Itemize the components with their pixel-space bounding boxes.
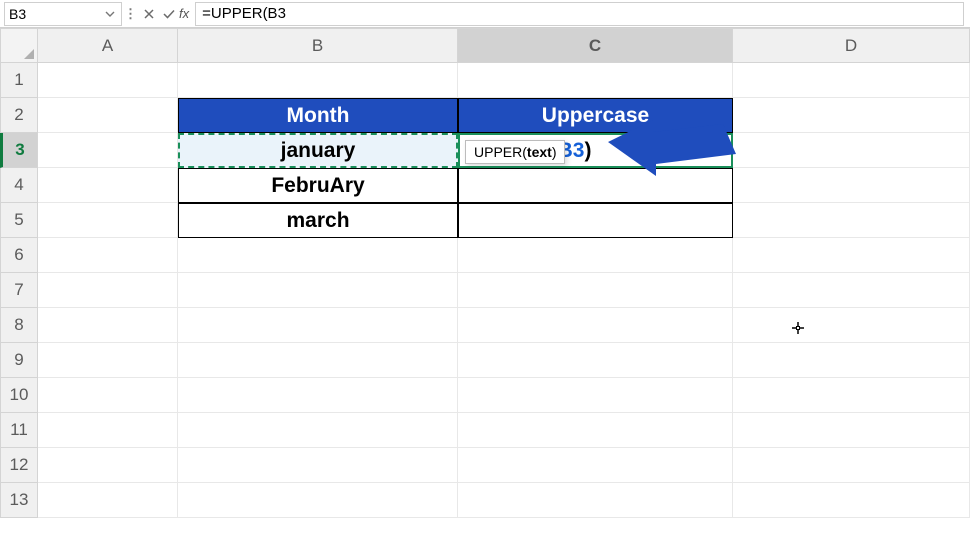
cell-D3[interactable]	[733, 133, 970, 168]
function-tooltip: UPPER(text)	[465, 140, 565, 164]
cell-C5[interactable]	[458, 203, 733, 238]
cell-A6[interactable]	[38, 238, 178, 273]
cell-B9[interactable]	[178, 343, 458, 378]
row-header-12[interactable]: 12	[0, 448, 38, 483]
name-box-value: B3	[9, 6, 103, 22]
cell-A3[interactable]	[38, 133, 178, 168]
cell-C12[interactable]	[458, 448, 733, 483]
cell-A8[interactable]	[38, 308, 178, 343]
cell-D13[interactable]	[733, 483, 970, 518]
row-header-11[interactable]: 11	[0, 413, 38, 448]
row-header-2[interactable]: 2	[0, 98, 38, 133]
col-header-A[interactable]: A	[38, 28, 178, 63]
cell-C7[interactable]	[458, 273, 733, 308]
cell-D12[interactable]	[733, 448, 970, 483]
fx-icon[interactable]: fx	[179, 6, 193, 21]
cell-B4[interactable]: FebruAry	[178, 168, 458, 203]
cell-A1[interactable]	[38, 63, 178, 98]
cell-C1[interactable]	[458, 63, 733, 98]
col-header-C[interactable]: C	[458, 28, 733, 63]
row-header-3[interactable]: 3	[0, 133, 38, 168]
cell-D9[interactable]	[733, 343, 970, 378]
row-header-8[interactable]: 8	[0, 308, 38, 343]
cell-A4[interactable]	[38, 168, 178, 203]
col-header-B[interactable]: B	[178, 28, 458, 63]
cell-B3[interactable]: january	[178, 133, 458, 168]
cell-B1[interactable]	[178, 63, 458, 98]
row-header-1[interactable]: 1	[0, 63, 38, 98]
chevron-down-icon[interactable]	[103, 7, 117, 21]
tooltip-close: )	[552, 144, 557, 160]
row-header-6[interactable]: 6	[0, 238, 38, 273]
cell-A12[interactable]	[38, 448, 178, 483]
cell-C13[interactable]	[458, 483, 733, 518]
row-header-4[interactable]: 4	[0, 168, 38, 203]
cell-D2[interactable]	[733, 98, 970, 133]
cell-D1[interactable]	[733, 63, 970, 98]
cell-D8[interactable]	[733, 308, 970, 343]
cell-C6[interactable]	[458, 238, 733, 273]
cell-B10[interactable]	[178, 378, 458, 413]
cell-cursor-icon	[790, 320, 806, 339]
tooltip-func: UPPER(	[474, 144, 527, 160]
cell-D7[interactable]	[733, 273, 970, 308]
cell-D5[interactable]	[733, 203, 970, 238]
cell-A11[interactable]	[38, 413, 178, 448]
cell-A7[interactable]	[38, 273, 178, 308]
row-header-7[interactable]: 7	[0, 273, 38, 308]
formula-input[interactable]: =UPPER(B3	[195, 2, 964, 26]
fb-dots-icon: ⋮	[122, 6, 139, 22]
row-header-9[interactable]: 9	[0, 343, 38, 378]
col-header-D[interactable]: D	[733, 28, 970, 63]
cell-B7[interactable]	[178, 273, 458, 308]
formula-bar: B3 ⋮ fx =UPPER(B3	[0, 0, 970, 28]
cell-D6[interactable]	[733, 238, 970, 273]
cell-B12[interactable]	[178, 448, 458, 483]
spreadsheet-grid[interactable]: A B C D 1 2 Month Uppercase 3 january =U…	[0, 28, 970, 518]
cell-C8[interactable]	[458, 308, 733, 343]
enter-icon[interactable]	[159, 4, 179, 24]
row-header-13[interactable]: 13	[0, 483, 38, 518]
cell-A10[interactable]	[38, 378, 178, 413]
cell-A9[interactable]	[38, 343, 178, 378]
cell-C10[interactable]	[458, 378, 733, 413]
cell-B6[interactable]	[178, 238, 458, 273]
cancel-icon[interactable]	[139, 4, 159, 24]
cell-A13[interactable]	[38, 483, 178, 518]
table-header-month[interactable]: Month	[178, 98, 458, 133]
cell-B13[interactable]	[178, 483, 458, 518]
cell-D11[interactable]	[733, 413, 970, 448]
cell-D4[interactable]	[733, 168, 970, 203]
annotation-arrow-icon	[608, 112, 738, 197]
cell-A2[interactable]	[38, 98, 178, 133]
cell-C9[interactable]	[458, 343, 733, 378]
tooltip-arg: text	[527, 144, 552, 160]
cell-B5[interactable]: march	[178, 203, 458, 238]
select-all-corner[interactable]	[0, 28, 38, 63]
cell-B11[interactable]	[178, 413, 458, 448]
formula-input-text: =UPPER(B3	[202, 5, 286, 22]
cell-C11[interactable]	[458, 413, 733, 448]
name-box[interactable]: B3	[4, 2, 122, 26]
cell-c3-formula-suffix: )	[584, 139, 591, 163]
cell-A5[interactable]	[38, 203, 178, 238]
cell-B8[interactable]	[178, 308, 458, 343]
row-header-5[interactable]: 5	[0, 203, 38, 238]
row-header-10[interactable]: 10	[0, 378, 38, 413]
cell-D10[interactable]	[733, 378, 970, 413]
